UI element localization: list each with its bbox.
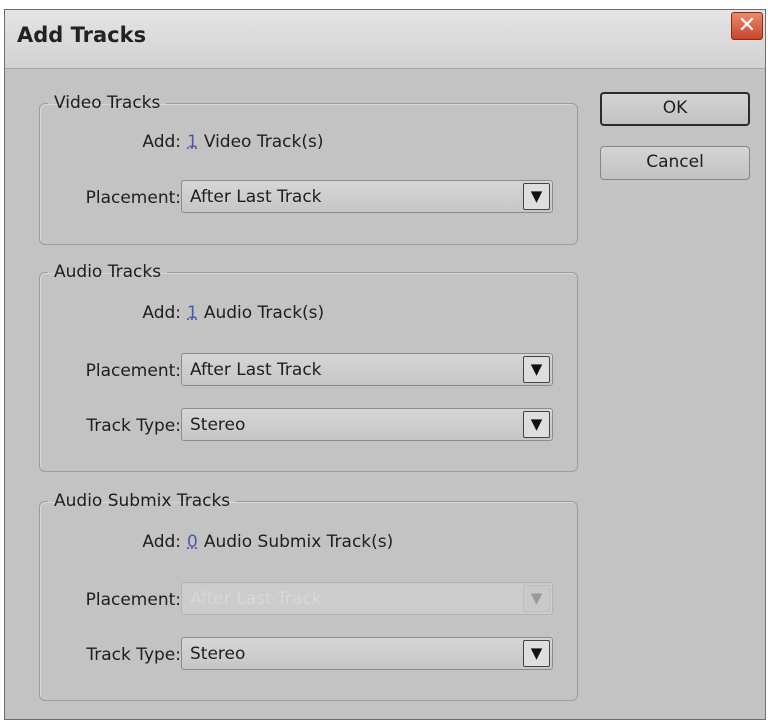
audio-track-type-select[interactable]: Stereo ▼ bbox=[181, 408, 553, 441]
close-icon[interactable]: ✕ bbox=[731, 12, 763, 40]
audio-placement-value: After Last Track bbox=[190, 360, 322, 380]
submix-placement-label: Placement: bbox=[85, 590, 181, 610]
submix-track-suffix: Audio Submix Track(s) bbox=[203, 532, 394, 552]
video-track-suffix: Video Track(s) bbox=[203, 132, 324, 152]
submix-add-row: 0 Audio Submix Track(s) bbox=[187, 532, 393, 552]
audio-submix-tracks-legend: Audio Submix Tracks bbox=[54, 491, 231, 511]
video-placement-select[interactable]: After Last Track ▼ bbox=[181, 180, 553, 213]
audio-placement-label: Placement: bbox=[85, 361, 181, 381]
video-track-count[interactable]: 1 bbox=[187, 132, 198, 152]
dropdown-arrow-icon[interactable]: ▼ bbox=[523, 356, 550, 383]
dropdown-arrow-icon[interactable]: ▼ bbox=[523, 640, 550, 667]
submix-track-type-value: Stereo bbox=[190, 644, 246, 664]
audio-add-label: Add: bbox=[142, 303, 181, 323]
dialog-title: Add Tracks bbox=[17, 23, 147, 47]
video-tracks-legend: Video Tracks bbox=[54, 93, 161, 113]
title-bar: Add Tracks ✕ bbox=[5, 10, 765, 69]
submix-track-count[interactable]: 0 bbox=[187, 532, 198, 552]
add-tracks-dialog: Add Tracks ✕ OK Cancel Video Tracks Add:… bbox=[4, 9, 766, 720]
audio-track-count[interactable]: 1 bbox=[187, 303, 198, 323]
audio-placement-select[interactable]: After Last Track ▼ bbox=[181, 353, 553, 386]
submix-add-label: Add: bbox=[142, 532, 181, 552]
dropdown-arrow-icon: ▼ bbox=[523, 585, 550, 612]
submix-track-type-select[interactable]: Stereo ▼ bbox=[181, 637, 553, 670]
video-placement-label: Placement: bbox=[85, 188, 181, 208]
video-add-label: Add: bbox=[142, 132, 181, 152]
audio-tracks-legend: Audio Tracks bbox=[54, 262, 162, 282]
submix-placement-select: After Last Track ▼ bbox=[181, 582, 553, 615]
video-tracks-group: Video Tracks bbox=[39, 93, 578, 245]
dropdown-arrow-icon[interactable]: ▼ bbox=[523, 411, 550, 438]
video-placement-value: After Last Track bbox=[190, 187, 322, 207]
audio-track-type-label: Track Type: bbox=[86, 416, 181, 436]
audio-add-row: 1 Audio Track(s) bbox=[187, 303, 324, 323]
audio-track-type-value: Stereo bbox=[190, 415, 246, 435]
audio-track-suffix: Audio Track(s) bbox=[203, 303, 325, 323]
dropdown-arrow-icon[interactable]: ▼ bbox=[523, 183, 550, 210]
cancel-button[interactable]: Cancel bbox=[600, 146, 750, 180]
submix-track-type-label: Track Type: bbox=[86, 645, 181, 665]
ok-button[interactable]: OK bbox=[600, 92, 750, 126]
video-add-row: 1 Video Track(s) bbox=[187, 132, 323, 152]
submix-placement-value: After Last Track bbox=[190, 589, 322, 609]
